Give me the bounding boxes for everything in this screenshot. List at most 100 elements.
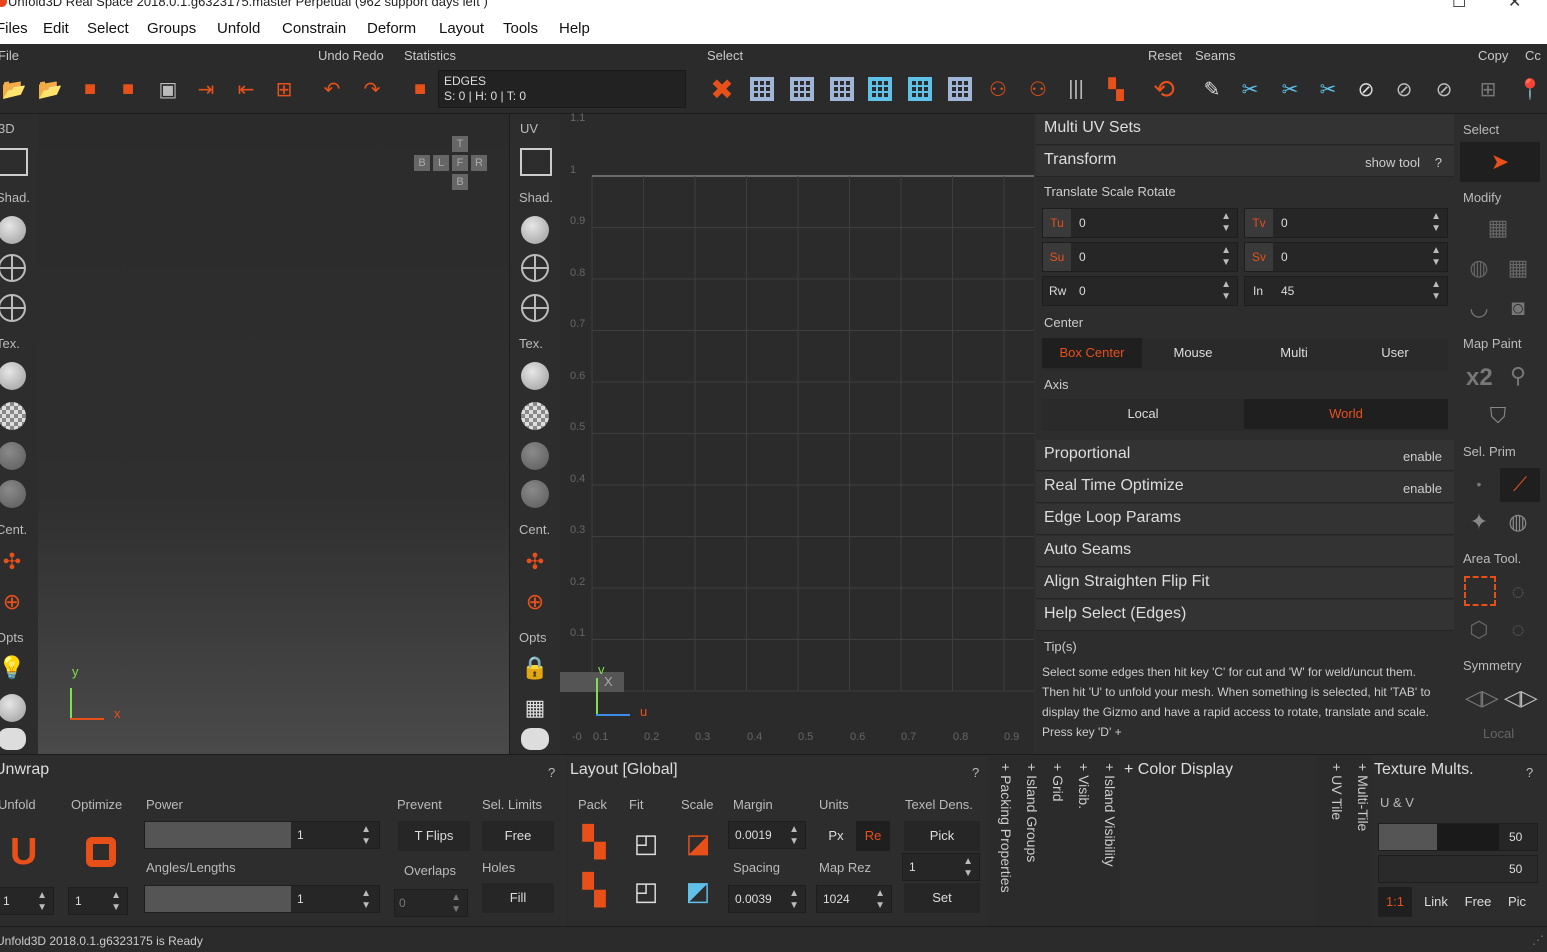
save-icon[interactable]: ■ bbox=[76, 74, 104, 104]
menu-groups[interactable]: Groups bbox=[147, 20, 196, 37]
frame-uv-icon[interactable] bbox=[520, 148, 552, 176]
ratio-1-1-button[interactable]: 1:1 bbox=[1378, 887, 1412, 917]
holes-fill-button[interactable]: Fill bbox=[482, 883, 554, 913]
cut-seam-icon[interactable]: ✂ bbox=[1236, 74, 1264, 104]
layout-title[interactable]: Layout [Global] bbox=[570, 761, 678, 779]
area-poly-icon[interactable]: ⬡ bbox=[1465, 616, 1493, 644]
modify-cup-icon[interactable]: ◡ bbox=[1465, 294, 1493, 322]
modify-warp-icon[interactable]: ▦ bbox=[1504, 254, 1532, 282]
nav-bottom[interactable]: B bbox=[452, 174, 468, 190]
fit-button-icon[interactable]: ◰ bbox=[632, 829, 660, 857]
map-paint-pin-icon[interactable]: ⚲ bbox=[1504, 362, 1532, 390]
select-faces-icon[interactable] bbox=[828, 74, 856, 104]
deselect-icon[interactable]: ✖ bbox=[708, 74, 736, 105]
texel-set-button[interactable]: Set bbox=[904, 883, 980, 913]
u-mult-slider[interactable]: 50 bbox=[1378, 823, 1538, 851]
menu-layout[interactable]: Layout bbox=[439, 20, 484, 37]
uv-lock-icon[interactable]: 🔒 bbox=[521, 654, 549, 682]
optimize-spinner-icon[interactable]: ▲ ▼ bbox=[111, 890, 121, 914]
multi-center-button[interactable]: Multi bbox=[1244, 338, 1344, 368]
overlaps-spinner-icon[interactable]: ▲ ▼ bbox=[451, 892, 461, 916]
uv-close-label[interactable]: X bbox=[604, 674, 613, 689]
tex-dull-icon[interactable] bbox=[0, 442, 26, 470]
select-arrow-icon[interactable]: ➤ bbox=[1460, 142, 1540, 182]
undo-icon[interactable]: ↶ bbox=[318, 74, 346, 104]
map-rez-spinner-icon[interactable]: ▲ ▼ bbox=[875, 888, 885, 912]
angles-slider[interactable]: 1 ▲ ▼ bbox=[144, 885, 380, 913]
nav-left[interactable]: L bbox=[433, 155, 449, 171]
area-circle-icon[interactable]: ◌ bbox=[1504, 616, 1532, 644]
margin-spinner-icon[interactable]: ▲ ▼ bbox=[789, 824, 799, 848]
uv-tile-tab[interactable]: + UV Tile bbox=[1321, 763, 1345, 927]
seam-option-a-icon[interactable]: ⊘ bbox=[1390, 74, 1418, 104]
map-paint-shield-icon[interactable]: ⛉ bbox=[1484, 402, 1512, 430]
uv-shaded-sphere-icon[interactable] bbox=[521, 216, 549, 244]
tex-checker-icon[interactable] bbox=[0, 402, 26, 430]
select-all-icon[interactable] bbox=[906, 74, 934, 104]
menu-unfold[interactable]: Unfold bbox=[217, 20, 260, 37]
user-center-button[interactable]: User bbox=[1345, 338, 1445, 368]
local-axis-button[interactable]: Local bbox=[1042, 399, 1244, 429]
sel-limits-free-button[interactable]: Free bbox=[482, 821, 554, 851]
spacing-field[interactable]: 0.0039 ▲ ▼ bbox=[728, 885, 806, 913]
center-target-icon[interactable]: ⊕ bbox=[0, 588, 26, 616]
nav-right[interactable]: R bbox=[471, 155, 487, 171]
margin-field[interactable]: 0.0019 ▲ ▼ bbox=[728, 821, 806, 849]
pack-alt-icon[interactable]: ▚ bbox=[580, 876, 608, 906]
open-recent-icon[interactable]: 📂 bbox=[36, 74, 64, 104]
unfold-button[interactable]: U bbox=[10, 833, 44, 871]
select-grow-icon[interactable]: ⚇ bbox=[984, 74, 1012, 104]
select-loop-icon[interactable]: ||| bbox=[1062, 74, 1090, 104]
unwrap-title[interactable]: Unwrap bbox=[0, 761, 49, 779]
pic-button[interactable]: Pic bbox=[1500, 887, 1534, 917]
su-field[interactable]: Su 0 ▲ ▼ bbox=[1042, 242, 1238, 272]
area-lasso-icon[interactable]: ◌ bbox=[1504, 578, 1532, 606]
close-icon[interactable]: ✕ bbox=[1508, 0, 1521, 12]
power-slider[interactable]: 1 ▲ ▼ bbox=[144, 821, 380, 849]
save-as-icon[interactable]: ■ bbox=[114, 74, 142, 104]
tex-plain-icon[interactable] bbox=[0, 362, 26, 390]
rto-header[interactable]: Real Time Optimize enable bbox=[1036, 472, 1454, 503]
align-header[interactable]: Align Straighten Flip Fit bbox=[1036, 568, 1454, 599]
menu-constrain[interactable]: Constrain bbox=[282, 20, 346, 37]
pack-button-icon[interactable]: ▚ bbox=[580, 828, 608, 858]
modify-box-icon[interactable]: ◙ bbox=[1504, 294, 1532, 322]
show-tool-button[interactable]: show tool bbox=[1365, 155, 1420, 170]
power-spinner-icon[interactable]: ▲ ▼ bbox=[361, 824, 371, 848]
wire-sphere-icon[interactable] bbox=[0, 254, 26, 282]
redo-icon[interactable]: ↷ bbox=[358, 74, 386, 104]
uv-grid-icon[interactable]: ▦ bbox=[521, 694, 549, 722]
unfold-iterations-field[interactable]: 1 ▲ ▼ bbox=[0, 887, 54, 915]
hierarchy-icon[interactable]: ⊞ bbox=[270, 74, 298, 104]
uv-shaded-wire-icon[interactable] bbox=[521, 294, 549, 322]
area-rect-icon[interactable] bbox=[1464, 576, 1496, 606]
uv-center-pivot-icon[interactable]: ✣ bbox=[521, 548, 549, 576]
tu-field[interactable]: Tu 0 ▲ ▼ bbox=[1042, 208, 1238, 238]
uv-tex-plain-icon[interactable] bbox=[521, 362, 549, 390]
in-spinner-icon[interactable]: ▲ ▼ bbox=[1431, 279, 1441, 303]
rw-spinner-icon[interactable]: ▲ ▼ bbox=[1221, 279, 1231, 303]
texel-value-field[interactable]: 1 ▲ ▼ bbox=[902, 853, 980, 881]
light-bulb-icon[interactable]: 💡 bbox=[0, 654, 26, 682]
fit-alt-icon[interactable]: ◰ bbox=[632, 877, 660, 905]
modify-sphere-icon[interactable]: ◍ bbox=[1465, 254, 1493, 282]
units-re-button[interactable]: Re bbox=[856, 821, 890, 851]
tu-spinner-icon[interactable]: ▲ ▼ bbox=[1221, 211, 1231, 235]
map-rez-field[interactable]: 1024 ▲ ▼ bbox=[816, 885, 892, 913]
rw-field[interactable]: Rw 0 ▲ ▼ bbox=[1042, 276, 1238, 306]
uv-tex-dull-icon[interactable] bbox=[521, 442, 549, 470]
frame-3d-icon[interactable] bbox=[0, 148, 28, 176]
bottom-toggle-icon[interactable] bbox=[0, 728, 26, 750]
weld-seam-icon[interactable]: ✂ bbox=[1276, 74, 1304, 104]
scale-button-icon[interactable]: ◪ bbox=[684, 829, 712, 857]
seam-pen-icon[interactable]: ✎ bbox=[1198, 74, 1226, 104]
su-spinner-icon[interactable]: ▲ ▼ bbox=[1221, 245, 1231, 269]
prim-vertex-icon[interactable]: • bbox=[1465, 470, 1493, 498]
stop-icon[interactable]: ■ bbox=[406, 74, 434, 104]
sv-spinner-icon[interactable]: ▲ ▼ bbox=[1431, 245, 1441, 269]
copy-icon[interactable]: ⊞ bbox=[1474, 74, 1502, 104]
v-mult-slider[interactable]: 50 bbox=[1378, 855, 1538, 883]
texture-mults-help-button[interactable]: ? bbox=[1526, 765, 1533, 780]
world-axis-button[interactable]: World bbox=[1244, 399, 1448, 429]
select-invert-icon[interactable] bbox=[946, 74, 974, 104]
